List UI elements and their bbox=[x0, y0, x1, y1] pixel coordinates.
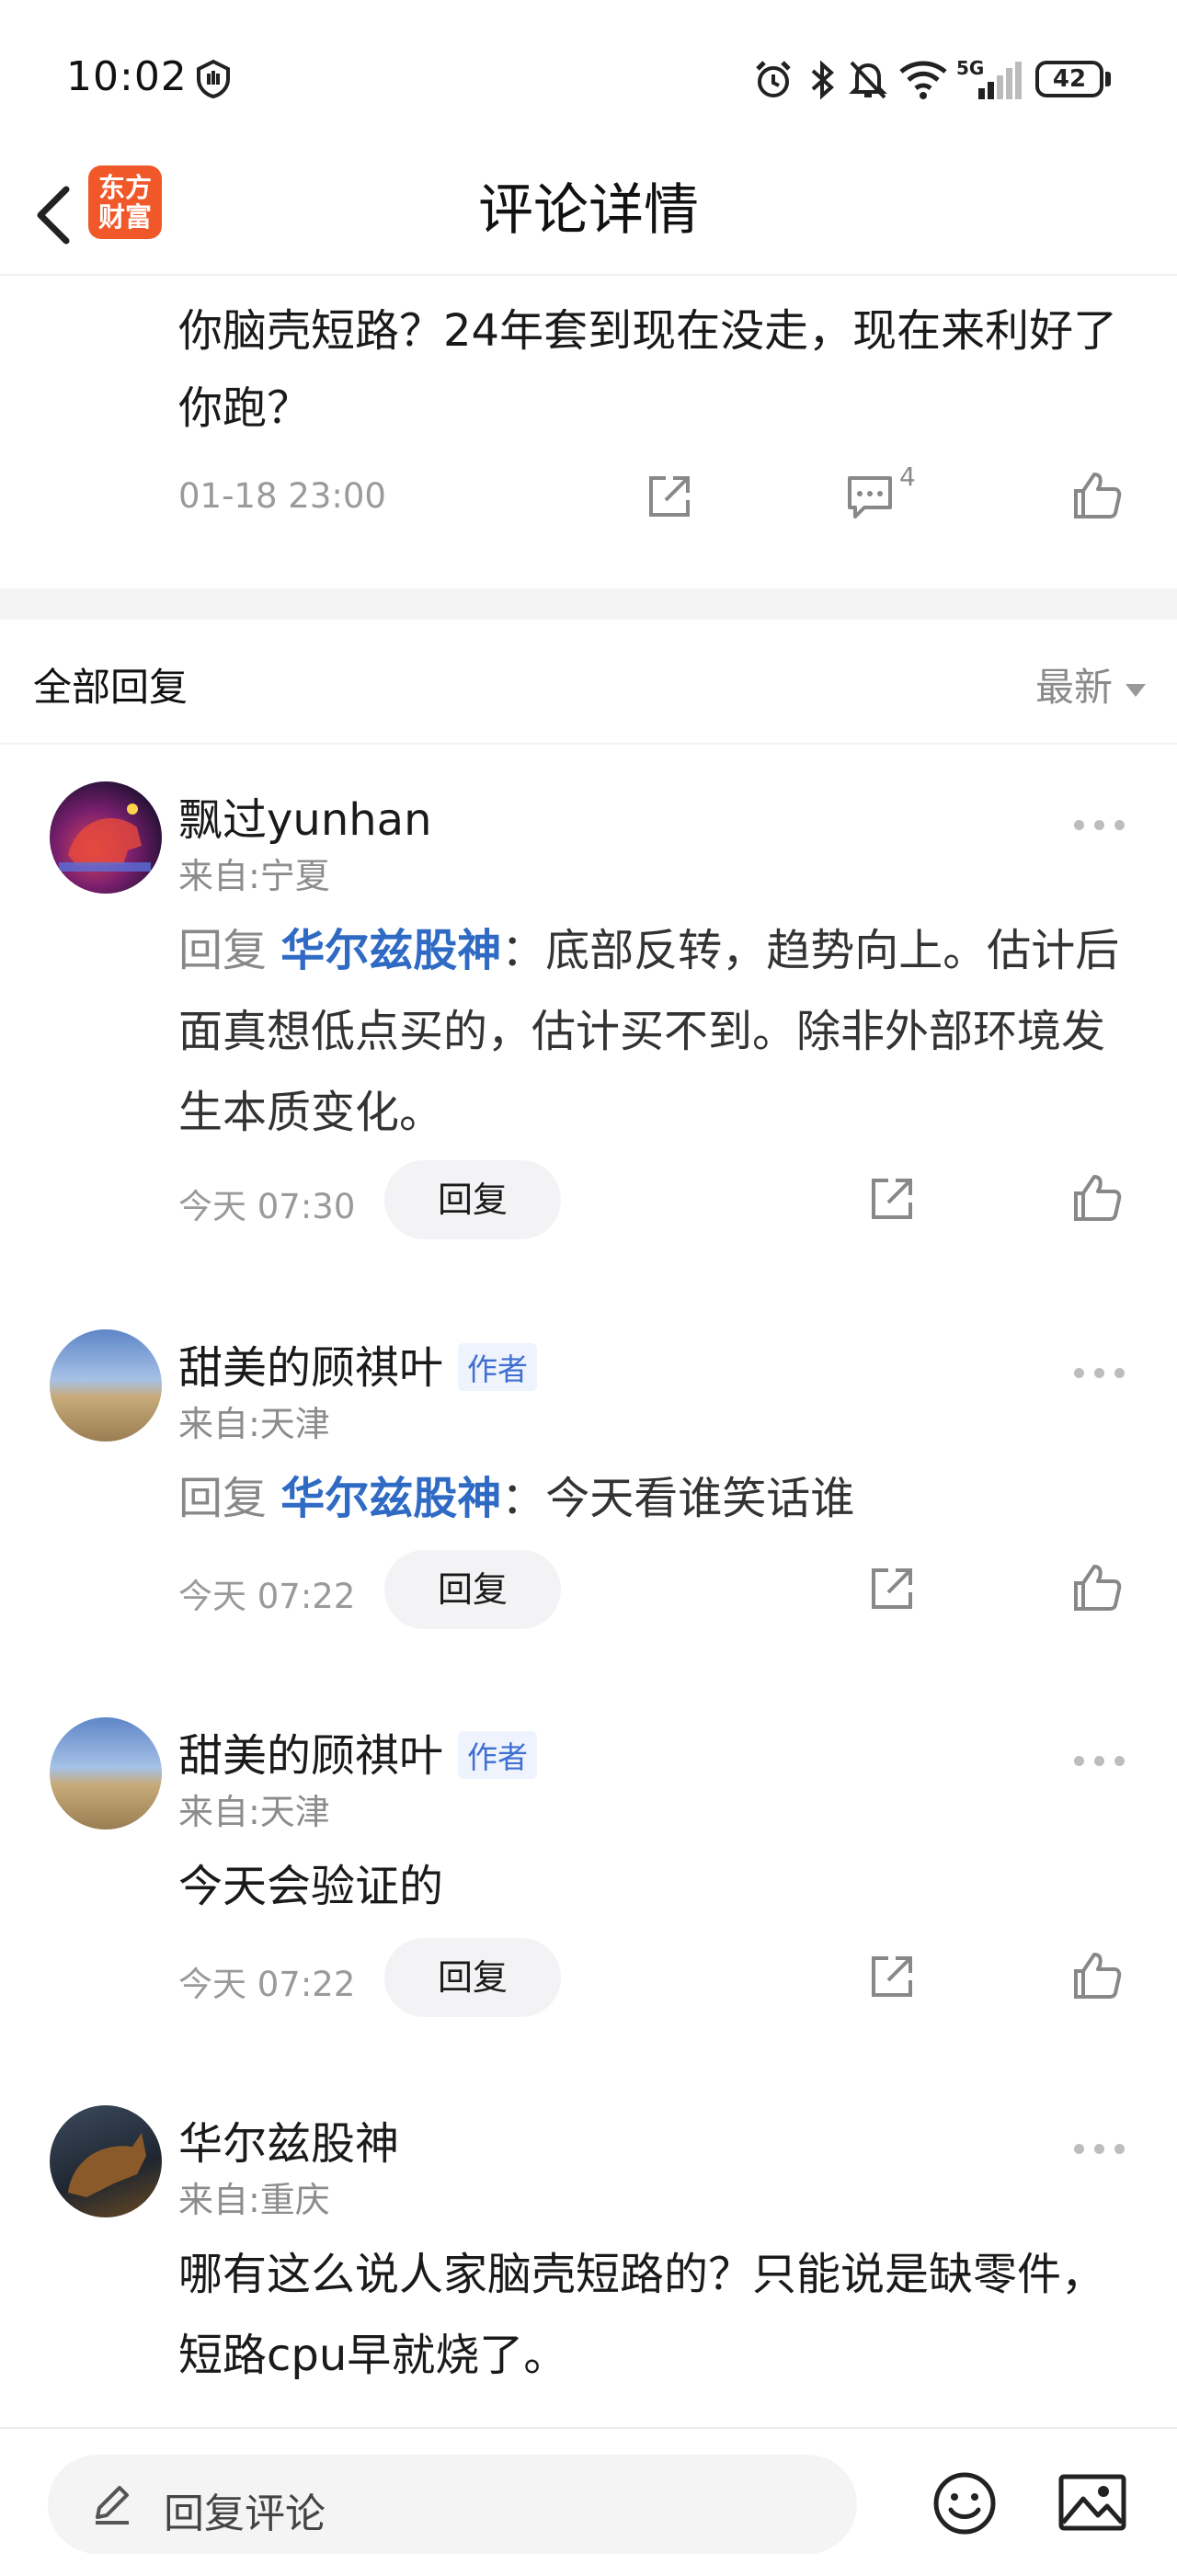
author-badge: 作者 bbox=[458, 1343, 538, 1391]
reply-button[interactable]: 回复 bbox=[384, 1160, 561, 1239]
reply-location: 来自:天津 bbox=[178, 1792, 330, 1832]
reply-body: 今天会验证的 bbox=[178, 1861, 444, 1912]
reply-username[interactable]: 甜美的顾祺叶 作者 bbox=[178, 1331, 538, 1396]
comment-count: 4 bbox=[899, 462, 916, 492]
reply-time: 今天 07:30 bbox=[178, 1187, 356, 1226]
share-icon[interactable] bbox=[866, 1563, 918, 1614]
reply-item: 华尔兹股神 来自:重庆 哪有这么说人家脑壳短路的？只能说是缺零件，短路cpu早就… bbox=[0, 2069, 1177, 2427]
avatar[interactable] bbox=[50, 781, 162, 894]
reply-text: ：今天看谁笑话谁 bbox=[501, 1473, 855, 1524]
mention-link[interactable]: 华尔兹股神 bbox=[280, 1473, 501, 1524]
like-icon[interactable] bbox=[1070, 1171, 1124, 1225]
reply-username[interactable]: 甜美的顾祺叶 作者 bbox=[178, 1719, 538, 1784]
sort-triangle-icon bbox=[1126, 683, 1146, 697]
like-icon[interactable] bbox=[1070, 1949, 1124, 2002]
reply-location: 来自:宁夏 bbox=[178, 856, 330, 896]
reply-item: 甜美的顾祺叶 作者 来自:天津 今天会验证的 今天 07:22 回复 bbox=[0, 1681, 1177, 2048]
reply-location: 来自:天津 bbox=[178, 1404, 330, 1444]
reply-input[interactable]: 回复评论 bbox=[48, 2455, 857, 2554]
sort-label: 最新 bbox=[1034, 665, 1113, 710]
battery-level: 42 bbox=[1052, 65, 1087, 93]
main-comment-time: 01-18 23:00 bbox=[178, 476, 386, 516]
replies-title: 全部回复 bbox=[33, 665, 189, 710]
username-text: 甜美的顾祺叶 bbox=[178, 1730, 444, 1782]
share-icon[interactable] bbox=[866, 1173, 918, 1225]
reply-body: 回复 华尔兹股神：底部反转，趋势向上。估计后面真想低点买的，估计买不到。除非外部… bbox=[178, 910, 1135, 1153]
username-text: 甜美的顾祺叶 bbox=[178, 1342, 444, 1394]
reply-time: 今天 07:22 bbox=[178, 1577, 356, 1616]
reply-button[interactable]: 回复 bbox=[384, 1550, 561, 1629]
signal-5g-icon bbox=[978, 62, 1022, 99]
mute-icon bbox=[849, 61, 887, 99]
share-icon[interactable] bbox=[866, 1951, 918, 2002]
reply-username[interactable]: 飘过yunhan bbox=[178, 783, 432, 848]
avatar[interactable] bbox=[50, 1329, 162, 1442]
sort-button[interactable]: 最新 bbox=[1035, 656, 1146, 712]
reply-button[interactable]: 回复 bbox=[384, 1938, 561, 2017]
battery-tip bbox=[1105, 72, 1111, 86]
battery-icon: 42 bbox=[1035, 61, 1103, 97]
pencil-icon bbox=[96, 2486, 129, 2525]
bluetooth-icon bbox=[811, 60, 834, 100]
author-badge: 作者 bbox=[458, 1731, 538, 1779]
reply-username[interactable]: 华尔兹股神 bbox=[178, 2107, 399, 2171]
like-icon[interactable] bbox=[1070, 1561, 1124, 1614]
reply-time: 今天 07:22 bbox=[178, 1965, 356, 2004]
reply-input-placeholder: 回复评论 bbox=[164, 2491, 326, 2537]
reply-body: 回复 华尔兹股神：今天看谁笑话谁 bbox=[178, 1458, 1135, 1539]
more-options-icon[interactable] bbox=[1074, 815, 1129, 833]
avatar[interactable] bbox=[50, 1717, 162, 1829]
like-icon[interactable] bbox=[1070, 469, 1124, 522]
reply-location: 来自:重庆 bbox=[178, 2180, 330, 2220]
section-divider bbox=[0, 588, 1177, 620]
reply-prefix: 回复 bbox=[178, 925, 268, 976]
avatar[interactable] bbox=[50, 2105, 162, 2217]
reply-prefix: 回复 bbox=[178, 1473, 268, 1524]
emoji-icon[interactable] bbox=[931, 2469, 999, 2537]
shield-icon bbox=[197, 59, 230, 99]
image-icon[interactable] bbox=[1057, 2471, 1127, 2534]
page-title: 评论详情 bbox=[478, 178, 699, 243]
replies-header: 全部回复 最新 bbox=[0, 620, 1177, 745]
more-options-icon[interactable] bbox=[1074, 2138, 1129, 2157]
reply-item: 甜美的顾祺叶 作者 来自:天津 回复 华尔兹股神：今天看谁笑话谁 今天 07:22… bbox=[0, 1293, 1177, 1660]
status-bar: 10:02 5G 42 bbox=[0, 0, 1177, 156]
reply-item: 飘过yunhan 来自:宁夏 回复 华尔兹股神：底部反转，趋势向上。估计后面真想… bbox=[0, 745, 1177, 1260]
mention-link[interactable]: 华尔兹股神 bbox=[280, 925, 501, 976]
bottom-bar: 回复评论 bbox=[0, 2427, 1177, 2576]
more-options-icon[interactable] bbox=[1074, 1362, 1129, 1381]
alarm-icon bbox=[756, 61, 791, 97]
main-comment-text: 你脑壳短路？24年套到现在没走，现在来利好了你跑？ bbox=[178, 305, 1118, 434]
reply-body: 哪有这么说人家脑壳短路的？只能说是缺零件，短路cpu早就烧了。 bbox=[178, 2249, 1106, 2381]
more-options-icon[interactable] bbox=[1074, 1750, 1129, 1769]
status-time: 10:02 bbox=[66, 53, 188, 100]
wifi-icon bbox=[899, 61, 947, 99]
comment-icon[interactable] bbox=[844, 471, 896, 522]
share-icon[interactable] bbox=[644, 471, 695, 522]
